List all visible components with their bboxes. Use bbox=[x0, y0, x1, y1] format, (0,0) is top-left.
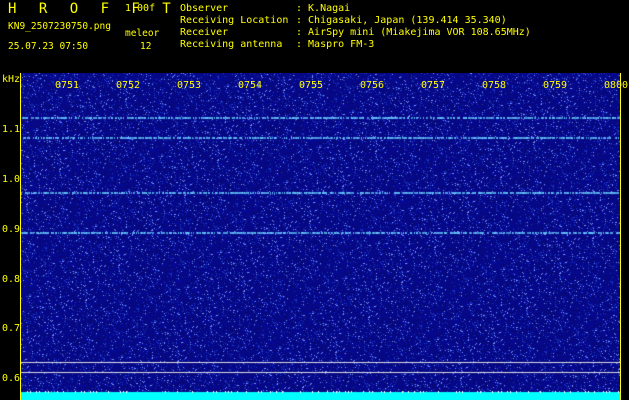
y-tick-label: 1.1 bbox=[2, 124, 21, 135]
x-tick-label: 0757 bbox=[421, 80, 446, 91]
info-antenna-label: Receiving antenna bbox=[180, 39, 283, 50]
spectrogram-canvas[interactable] bbox=[21, 73, 620, 400]
info-antenna-value: : Maspro FM-3 bbox=[296, 39, 375, 50]
meleor-count: 12 bbox=[140, 41, 152, 52]
header-panel: H R O F F T 1.00f KN9_2507230750.png 25.… bbox=[0, 0, 629, 72]
spectrogram-plot[interactable] bbox=[20, 73, 621, 400]
y-tick-label: 0.9 bbox=[2, 224, 21, 235]
filename-label: KN9_2507230750.png bbox=[8, 21, 111, 32]
x-tick-label: 0759 bbox=[543, 80, 568, 91]
info-location-value: : Chigasaki, Japan (139.414 35.340) bbox=[296, 15, 507, 26]
datetime-label: 25.07.23 07:50 bbox=[8, 41, 89, 52]
x-tick-label: 0756 bbox=[360, 80, 385, 91]
info-observer-label: Observer bbox=[180, 3, 229, 14]
x-tick-label: 0751 bbox=[55, 80, 80, 91]
x-tick-label: 0800 bbox=[604, 80, 629, 91]
y-tick-label: 0.8 bbox=[2, 274, 21, 285]
y-axis-unit: kHz bbox=[2, 74, 21, 85]
info-location-label: Receiving Location bbox=[180, 15, 289, 26]
info-receiver-label: Receiver bbox=[180, 27, 229, 38]
version-label: 1.00f bbox=[125, 3, 156, 14]
info-receiver-value: : AirSpy mini (Miakejima VOR 108.65MHz) bbox=[296, 27, 531, 38]
x-tick-label: 0755 bbox=[299, 80, 324, 91]
x-tick-label: 0754 bbox=[238, 80, 263, 91]
x-tick-label: 0752 bbox=[116, 80, 141, 91]
meleor-label: meleor bbox=[125, 28, 160, 39]
info-observer-value: : K.Nagai bbox=[296, 3, 351, 14]
y-tick-label: 0.7 bbox=[2, 323, 21, 334]
x-tick-label: 0753 bbox=[177, 80, 202, 91]
x-tick-label: 0758 bbox=[482, 80, 507, 91]
y-tick-label: 0.6 bbox=[2, 373, 21, 384]
y-tick-label: 1.0 bbox=[2, 174, 21, 185]
